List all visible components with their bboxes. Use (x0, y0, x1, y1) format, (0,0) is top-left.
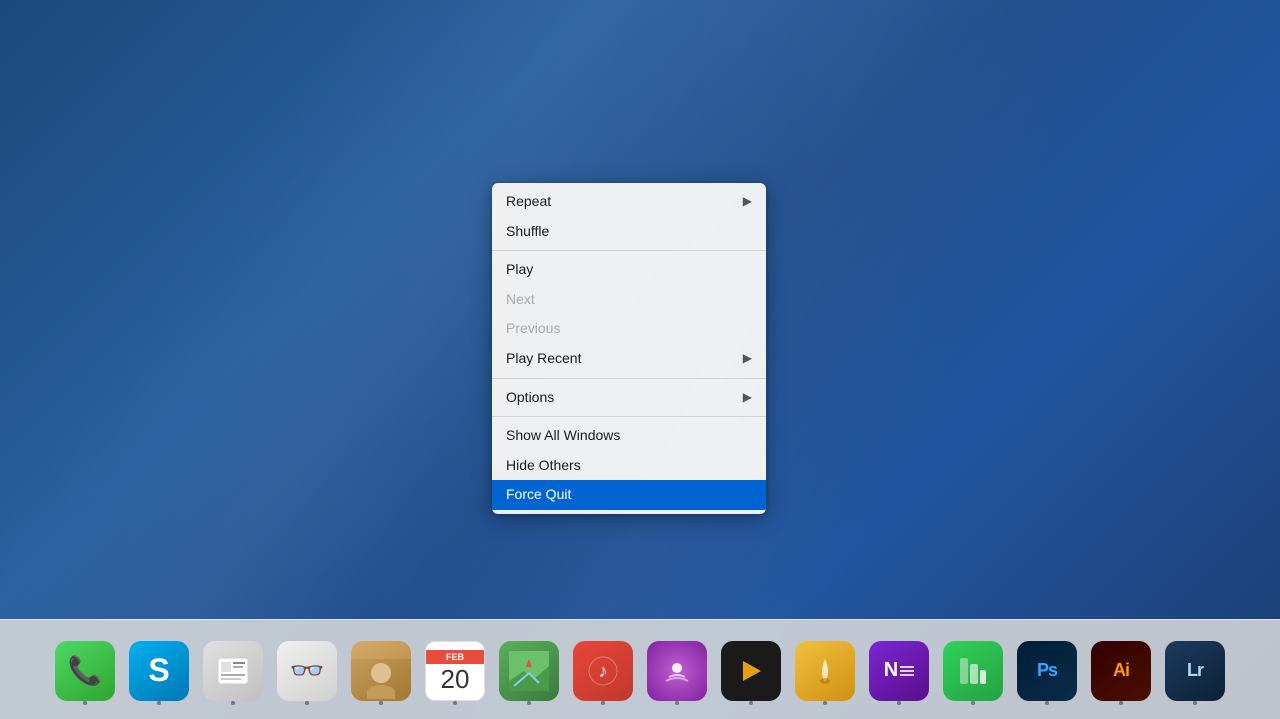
menu-item-previous-label: Previous (506, 319, 560, 339)
menu-item-repeat-label: Repeat (506, 192, 551, 212)
menu-item-force-quit-label: Force Quit (506, 485, 571, 505)
dock-item-plex[interactable] (716, 635, 786, 705)
plex-icon (721, 641, 781, 701)
svg-text:♪: ♪ (599, 661, 608, 681)
menu-section-window: Show All Windows Hide Others Force Quit (492, 417, 766, 514)
dock-item-phone[interactable]: 📞 (50, 635, 120, 705)
dock-item-music[interactable]: ♪ (568, 635, 638, 705)
menu-item-play-label: Play (506, 260, 533, 280)
dock-dot-plex (749, 701, 753, 705)
dock-dot-skype (157, 701, 161, 705)
menu-item-show-all-windows-label: Show All Windows (506, 426, 620, 446)
dock-dot-illustrator (1119, 701, 1123, 705)
dock-dot-podcasts (675, 701, 679, 705)
dock-item-podcasts[interactable] (642, 635, 712, 705)
dock-dot-photoshop (1045, 701, 1049, 705)
dock-dot-music (601, 701, 605, 705)
dock-dot-contacts (379, 701, 383, 705)
menu-item-play-recent[interactable]: Play Recent ▶ (492, 344, 766, 374)
dock-item-numbers[interactable] (938, 635, 1008, 705)
dock-item-news[interactable] (198, 635, 268, 705)
dock-item-lightroom[interactable]: Lr (1160, 635, 1230, 705)
dock-dot-numbers (971, 701, 975, 705)
menu-item-shuffle[interactable]: Shuffle (492, 217, 766, 247)
news-icon (203, 641, 263, 701)
repeat-arrow-icon: ▶ (743, 193, 752, 210)
menu-item-force-quit[interactable]: Force Quit (492, 480, 766, 510)
dock-dot-onenote (897, 701, 901, 705)
menu-item-hide-others-label: Hide Others (506, 456, 581, 476)
play-recent-arrow-icon: ▶ (743, 350, 752, 367)
onenote-icon: N (869, 641, 929, 701)
reader-icon: 👓 (277, 641, 337, 701)
menu-item-repeat[interactable]: Repeat ▶ (492, 187, 766, 217)
dock-item-contacts[interactable] (346, 635, 416, 705)
contacts-icon (351, 641, 411, 701)
music-icon: ♪ (573, 641, 633, 701)
menu-section-transport: Play Next Previous Play Recent ▶ (492, 251, 766, 378)
capo-icon (795, 641, 855, 701)
dock-dot-lightroom (1193, 701, 1197, 705)
dock-item-skype[interactable]: S (124, 635, 194, 705)
menu-item-shuffle-label: Shuffle (506, 222, 549, 242)
dock-item-calendar[interactable]: FEB 20 (420, 635, 490, 705)
calendar-icon: FEB 20 (425, 641, 485, 701)
menu-item-previous: Previous (492, 314, 766, 344)
dock-item-reader[interactable]: 👓 (272, 635, 342, 705)
menu-section-playback: Repeat ▶ Shuffle (492, 183, 766, 251)
dock-dot-reader (305, 701, 309, 705)
dock: 📞 S 👓 (0, 619, 1280, 719)
desktop: Repeat ▶ Shuffle Play Next Previous Play… (0, 0, 1280, 719)
dock-dot-calendar (453, 701, 457, 705)
dock-dot-maps (527, 701, 531, 705)
menu-item-next-label: Next (506, 290, 535, 310)
menu-item-options[interactable]: Options ▶ (492, 383, 766, 413)
dock-item-photoshop[interactable]: Ps (1012, 635, 1082, 705)
menu-item-play-recent-label: Play Recent (506, 349, 581, 369)
menu-section-options: Options ▶ (492, 379, 766, 418)
dock-dot-capo (823, 701, 827, 705)
podcasts-icon (647, 641, 707, 701)
phone-icon: 📞 (55, 641, 115, 701)
lightroom-icon: Lr (1165, 641, 1225, 701)
menu-item-options-label: Options (506, 388, 554, 408)
maps-icon (499, 641, 559, 701)
numbers-icon (943, 641, 1003, 701)
dock-item-onenote[interactable]: N (864, 635, 934, 705)
context-menu: Repeat ▶ Shuffle Play Next Previous Play… (492, 183, 766, 514)
photoshop-icon: Ps (1017, 641, 1077, 701)
dock-item-maps[interactable] (494, 635, 564, 705)
menu-item-play[interactable]: Play (492, 255, 766, 285)
dock-item-capo[interactable] (790, 635, 860, 705)
dock-item-illustrator[interactable]: Ai (1086, 635, 1156, 705)
menu-item-next: Next (492, 285, 766, 315)
options-arrow-icon: ▶ (743, 389, 752, 406)
menu-item-show-all-windows[interactable]: Show All Windows (492, 421, 766, 451)
dock-dot-phone (83, 701, 87, 705)
illustrator-icon: Ai (1091, 641, 1151, 701)
dock-dot-news (231, 701, 235, 705)
menu-item-hide-others[interactable]: Hide Others (492, 451, 766, 481)
skype-icon: S (129, 641, 189, 701)
